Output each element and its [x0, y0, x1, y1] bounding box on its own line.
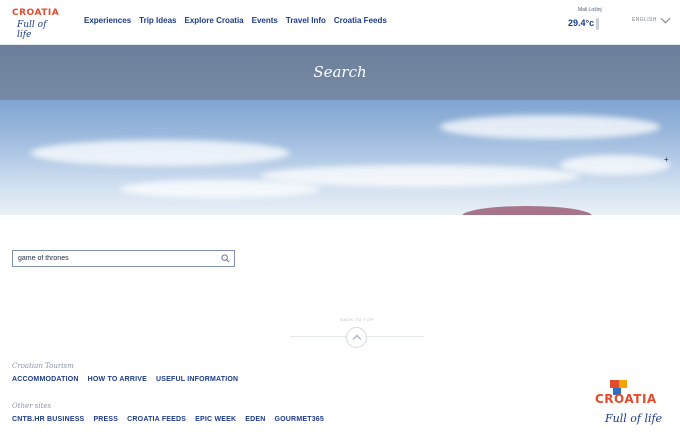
hero-bottom-edge	[0, 215, 680, 221]
chevron-down-icon[interactable]	[660, 13, 671, 24]
footer-link-how-to-arrive[interactable]: HOW TO ARRIVE	[88, 376, 147, 383]
main-nav: Experiences Trip Ideas Explore Croatia E…	[84, 16, 387, 25]
site-header: CROATIA Full of life Experiences Trip Id…	[0, 0, 680, 45]
back-to-top-label: BACK TO TOP	[340, 317, 374, 322]
footer-heading-croatian-tourism: Croatian Tourism	[12, 362, 74, 370]
nav-trip-ideas[interactable]: Trip Ideas	[139, 16, 176, 25]
language-selector[interactable]: ENGLISH	[632, 17, 657, 23]
footer-link-croatia-feeds[interactable]: CROATIA FEEDS	[127, 416, 186, 423]
nav-explore-croatia[interactable]: Explore Croatia	[185, 16, 244, 25]
nav-travel-info[interactable]: Travel Info	[286, 16, 326, 25]
plus-icon: +	[664, 155, 669, 164]
footer-logo-wordmark: CROATIA	[595, 392, 657, 406]
footer-link-cntb-business[interactable]: CNTB.HR BUSINESS	[12, 416, 84, 423]
logo-slogan: Full of life	[17, 20, 47, 40]
weather-city: Mali Lošinj	[578, 7, 602, 13]
cloud-shape	[560, 155, 670, 175]
footer-link-gourmet365[interactable]: GOURMET365	[275, 416, 324, 423]
footer-link-press[interactable]: PRESS	[93, 416, 118, 423]
footer-link-accommodation[interactable]: ACCOMMODATION	[12, 376, 79, 383]
cloud-shape	[30, 140, 290, 166]
footer-link-eden[interactable]: EDEN	[245, 416, 265, 423]
nav-events[interactable]: Events	[252, 16, 278, 25]
footer-links-croatian-tourism: ACCOMMODATION HOW TO ARRIVE USEFUL INFOR…	[12, 376, 238, 383]
nav-experiences[interactable]: Experiences	[84, 16, 131, 25]
back-to-top-button[interactable]	[346, 327, 367, 348]
footer-link-epic-week[interactable]: EPIC WEEK	[195, 416, 236, 423]
logo-square-red	[610, 380, 619, 388]
footer-links-other-sites: CNTB.HR BUSINESS PRESS CROATIA FEEDS EPI…	[12, 416, 324, 423]
footer-logo-slogan: Full of life	[605, 412, 663, 425]
footer-heading-other-sites: Other sites	[12, 402, 52, 410]
nav-croatia-feeds[interactable]: Croatia Feeds	[334, 16, 387, 25]
cloud-shape	[120, 180, 320, 198]
croatia-footer-logo: CROATIA Full of life	[593, 378, 675, 438]
cloud-shape	[260, 165, 580, 187]
weather-widget[interactable]: Mali Lošinj 29.4°c	[566, 7, 610, 37]
hero-banner: Search +	[0, 45, 680, 221]
logo-square-orange	[619, 380, 627, 388]
weather-temperature: 29.4°c	[568, 18, 595, 28]
page-title: Search	[313, 63, 367, 81]
logo-wordmark: CROATIA	[12, 8, 60, 18]
cloud-shape	[440, 115, 660, 139]
search-icon[interactable]	[221, 254, 230, 263]
footer-link-useful-information[interactable]: USEFUL INFORMATION	[156, 376, 238, 383]
search-box	[12, 250, 235, 267]
croatia-logo[interactable]: CROATIA Full of life	[12, 8, 60, 40]
thermometer-icon	[596, 18, 599, 30]
search-input[interactable]	[18, 252, 213, 265]
